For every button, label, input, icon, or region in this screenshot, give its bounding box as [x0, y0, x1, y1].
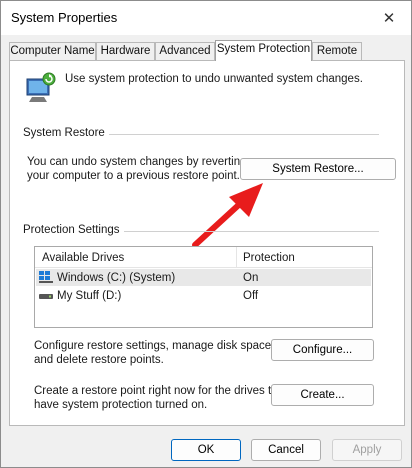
protection-settings-group-title: Protection Settings [23, 224, 124, 236]
configure-description-1: Configure restore settings, manage disk … [34, 340, 275, 352]
tab-hardware[interactable]: Hardware [96, 42, 155, 61]
annotation-arrow-icon [192, 183, 263, 248]
close-icon[interactable]: ✕ [375, 5, 403, 31]
tab-advanced[interactable]: Advanced [155, 42, 215, 61]
create-description-1: Create a restore point right now for the… [34, 385, 288, 397]
drive-protection: Off [243, 290, 259, 302]
configure-description-2: and delete restore points. [34, 354, 164, 366]
computer-restore-icon [26, 72, 56, 102]
column-header-protection[interactable]: Protection [243, 251, 295, 265]
tab-computer-name[interactable]: Computer Name [9, 42, 96, 61]
system-properties-window: System Properties ✕ Computer Name Hardwa… [0, 0, 412, 468]
ok-button[interactable]: OK [171, 439, 241, 461]
system-restore-button[interactable]: System Restore... [240, 158, 396, 180]
drive-name[interactable]: My Stuff (D:) [57, 289, 121, 303]
hard-drive-icon [39, 294, 53, 299]
drive-protection: On [243, 272, 259, 284]
column-header-drives[interactable]: Available Drives [42, 251, 124, 265]
cancel-button[interactable]: Cancel [251, 439, 321, 461]
tab-system-protection[interactable]: System Protection [215, 40, 312, 61]
create-button[interactable]: Create... [271, 384, 374, 406]
title-bar: System Properties ✕ [1, 1, 411, 35]
configure-button[interactable]: Configure... [271, 339, 374, 361]
system-restore-group-title: System Restore [23, 127, 109, 139]
column-separator[interactable] [236, 247, 237, 268]
create-description-2: have system protection turned on. [34, 399, 208, 411]
tab-strip: Computer Name Hardware Advanced System P… [9, 40, 405, 61]
drives-list: Available Drives Protection Windows (C:)… [34, 246, 373, 328]
windows-drive-icon [39, 271, 53, 283]
system-restore-description-1: You can undo system changes by reverting [27, 156, 247, 168]
drive-name[interactable]: Windows (C:) (System) [57, 271, 175, 285]
apply-button[interactable]: Apply [332, 439, 402, 461]
tab-remote[interactable]: Remote [312, 42, 362, 61]
intro-text: Use system protection to undo unwanted s… [65, 73, 363, 85]
window-title: System Properties [11, 10, 118, 25]
